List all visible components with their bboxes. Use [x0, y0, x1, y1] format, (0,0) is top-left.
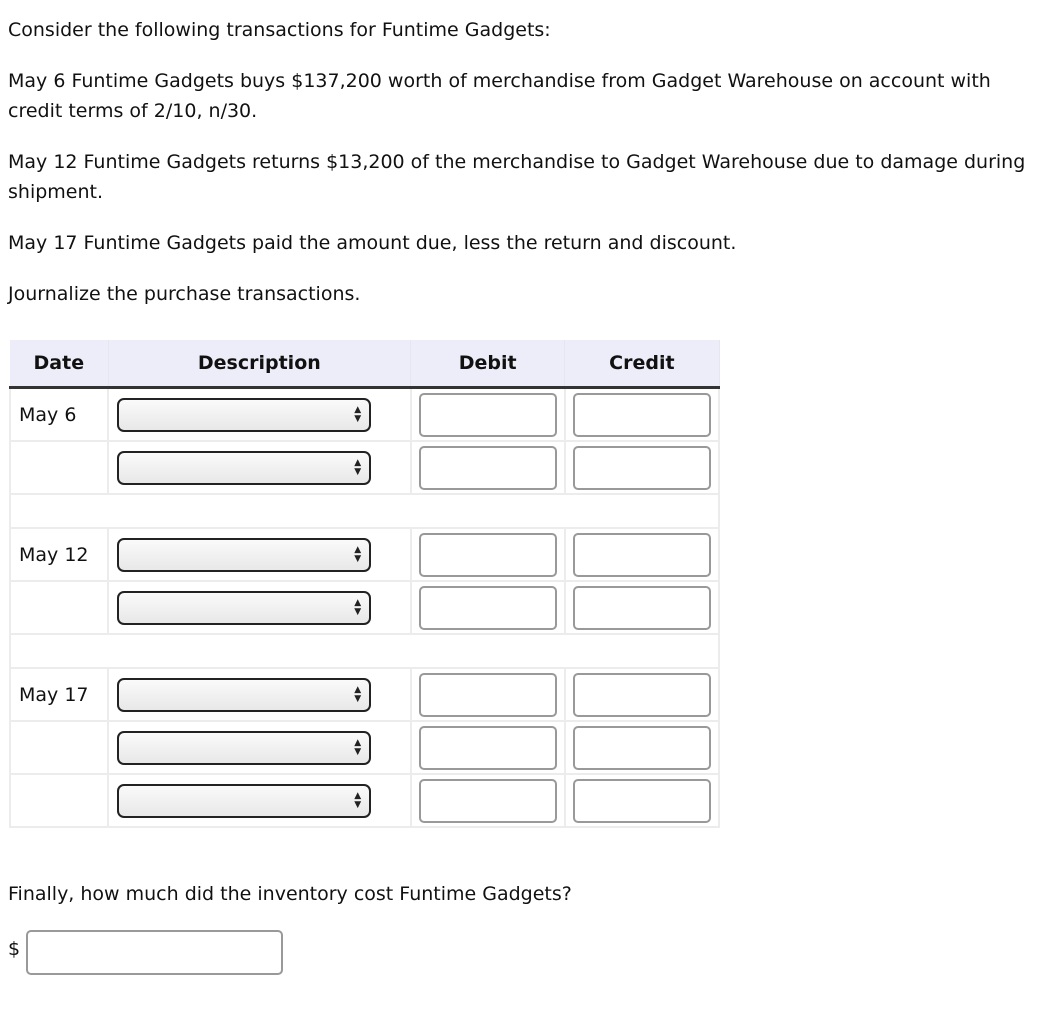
header-credit: Credit — [564, 340, 720, 389]
credit-input[interactable] — [572, 585, 711, 630]
credit-input[interactable] — [572, 532, 711, 577]
credit-input[interactable] — [572, 725, 711, 770]
credit-input[interactable] — [572, 672, 711, 717]
journal-row: May 12 ▲ ▼ — [8, 527, 721, 582]
row-date: May 6 — [8, 386, 110, 442]
journal-row: ▲ ▼ — [8, 580, 721, 635]
debit-input[interactable] — [418, 672, 557, 717]
select-arrows-icon: ▲ ▼ — [354, 404, 362, 424]
description-select[interactable]: ▲ ▼ — [117, 730, 372, 765]
debit-input[interactable] — [418, 392, 557, 437]
journal-row: ▲ ▼ — [8, 440, 721, 495]
select-arrows-icon: ▲ ▼ — [354, 790, 362, 810]
description-select[interactable]: ▲ ▼ — [117, 537, 372, 572]
transaction-may-12: May 12 Funtime Gadgets returns $13,200 o… — [8, 151, 1026, 203]
row-date: May 12 — [8, 527, 110, 582]
spacer-row — [9, 633, 720, 669]
transaction-may-17: May 17 Funtime Gadgets paid the amount d… — [8, 232, 737, 254]
header-date: Date — [10, 340, 109, 389]
instruction-text: Journalize the purchase transactions. — [8, 283, 361, 305]
select-arrows-icon: ▲ ▼ — [354, 597, 362, 617]
journal-row: May 17 ▲ ▼ — [8, 667, 721, 722]
intro-text: Consider the following transactions for … — [8, 19, 551, 41]
journal-row: ▲ ▼ — [8, 773, 721, 828]
debit-input[interactable] — [418, 725, 557, 770]
credit-input[interactable] — [572, 392, 711, 437]
debit-input[interactable] — [418, 445, 557, 490]
inventory-cost-input[interactable] — [26, 930, 283, 975]
journal-table: Date Description Debit Credit May 6 ▲ ▼ ▲… — [8, 340, 721, 828]
credit-input[interactable] — [572, 445, 711, 490]
debit-input[interactable] — [418, 585, 557, 630]
description-select[interactable]: ▲ ▼ — [117, 783, 372, 818]
description-select[interactable]: ▲ ▼ — [117, 397, 372, 432]
credit-input[interactable] — [572, 778, 711, 823]
select-arrows-icon: ▲ ▼ — [354, 544, 362, 564]
final-question: Finally, how much did the inventory cost… — [8, 883, 572, 905]
header-debit: Debit — [410, 340, 566, 389]
debit-input[interactable] — [418, 532, 557, 577]
row-date: May 17 — [8, 667, 110, 722]
journal-row: May 6 ▲ ▼ — [8, 386, 721, 442]
spacer-row — [9, 493, 720, 529]
select-arrows-icon: ▲ ▼ — [354, 457, 362, 477]
journal-row: ▲ ▼ — [8, 720, 721, 775]
select-arrows-icon: ▲ ▼ — [354, 684, 362, 704]
debit-input[interactable] — [418, 778, 557, 823]
dollar-sign: $ — [8, 938, 21, 960]
description-select[interactable]: ▲ ▼ — [117, 450, 372, 485]
select-arrows-icon: ▲ ▼ — [354, 737, 362, 757]
header-description: Description — [108, 340, 412, 389]
transaction-may-6: May 6 Funtime Gadgets buys $137,200 wort… — [8, 70, 991, 122]
description-select[interactable]: ▲ ▼ — [117, 677, 372, 712]
description-select[interactable]: ▲ ▼ — [117, 590, 372, 625]
